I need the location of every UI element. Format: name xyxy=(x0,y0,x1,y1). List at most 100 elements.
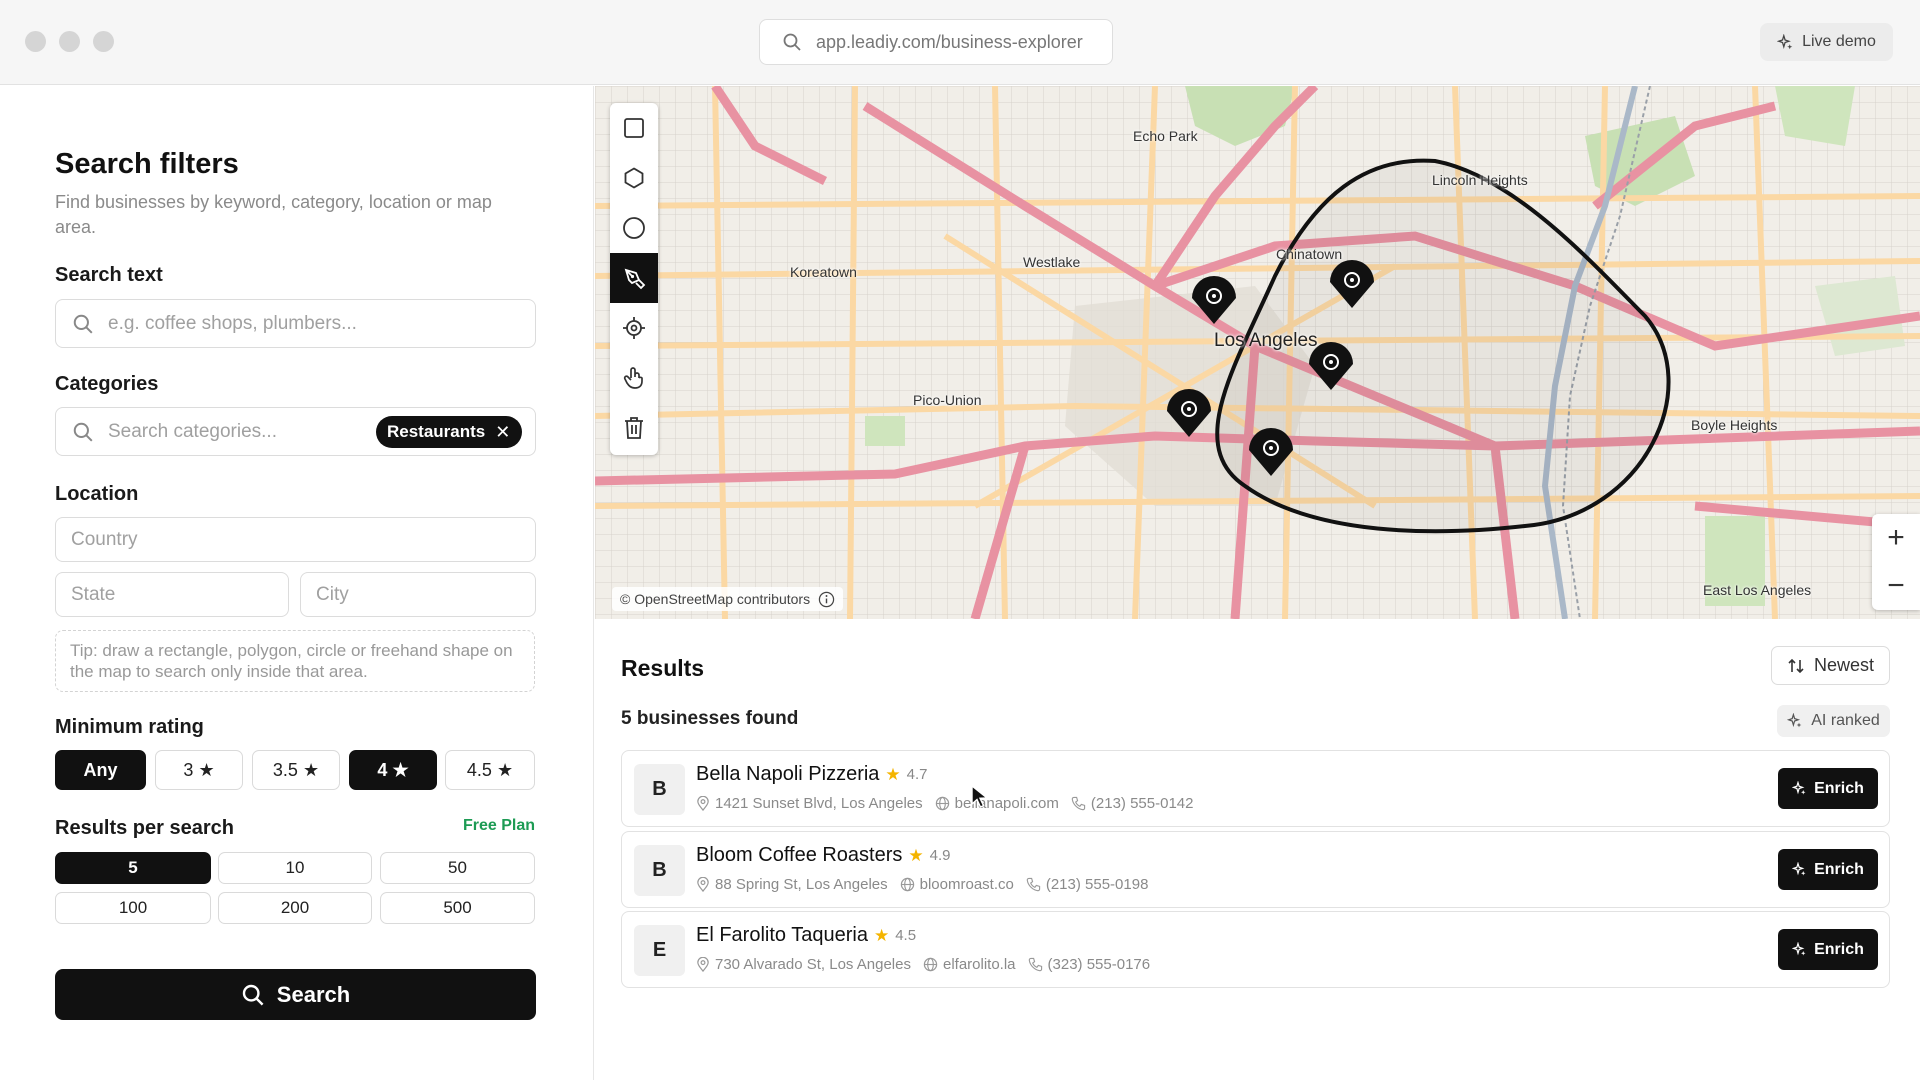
star-icon: ★ xyxy=(392,759,409,780)
business-name-row: El Farolito Taqueria ★ 4.5 xyxy=(696,924,916,947)
rating-any-button[interactable]: Any xyxy=(55,750,146,790)
city-input[interactable]: City xyxy=(300,572,536,617)
globe-icon xyxy=(900,877,914,892)
per-search-5-label: 5 xyxy=(128,858,138,877)
categories-label: Categories xyxy=(55,373,159,395)
sparkle-icon xyxy=(1792,862,1806,876)
enrich-button[interactable]: Enrich xyxy=(1778,768,1878,809)
map-tiles xyxy=(595,86,1920,619)
map-pin-icon xyxy=(697,957,709,972)
window-minimize-dot[interactable] xyxy=(59,31,80,52)
phone-item[interactable]: (213) 555-0142 xyxy=(1071,795,1194,812)
ai-ranked-label: AI ranked xyxy=(1811,712,1880,729)
zoom-in-button[interactable]: + xyxy=(1872,514,1920,562)
url-text: app.leadiy.com/business-explorer xyxy=(816,31,1083,52)
business-rating: 4.7 xyxy=(906,766,928,783)
crosshair-icon xyxy=(623,317,645,339)
phone-icon xyxy=(1026,877,1040,892)
results-per-search-label: Results per search xyxy=(55,817,234,839)
rating-4-5-button[interactable]: 4.5 ★ xyxy=(445,750,535,790)
address-item: 1421 Sunset Blvd, Los Angeles xyxy=(696,795,923,812)
business-phone: (213) 555-0142 xyxy=(1090,795,1194,812)
filters-title: Search filters xyxy=(55,148,239,180)
per-search-500-button[interactable]: 500 xyxy=(380,892,535,924)
remove-chip-icon[interactable]: ✕ xyxy=(495,422,510,443)
state-input[interactable]: State xyxy=(55,572,289,617)
zoom-out-button[interactable]: − xyxy=(1872,562,1920,610)
website-item[interactable]: bellanapoli.com xyxy=(935,795,1059,812)
result-card[interactable]: B Bella Napoli Pizzeria ★ 4.7 1421 Sunse… xyxy=(621,750,1890,827)
business-avatar: B xyxy=(634,845,685,896)
categories-input[interactable]: Search categories... Restaurants ✕ xyxy=(55,407,536,456)
hexagon-icon xyxy=(624,167,644,189)
rating-3-5-button[interactable]: 3.5 ★ xyxy=(252,750,340,790)
country-input[interactable]: Country xyxy=(55,517,536,562)
business-name: Bloom Coffee Roasters xyxy=(696,844,903,866)
delete-tool-button[interactable] xyxy=(610,403,658,453)
sort-icon xyxy=(1788,658,1804,673)
phone-icon xyxy=(1071,796,1086,811)
per-search-10-label: 10 xyxy=(285,858,305,877)
business-address: 88 Spring St, Los Angeles xyxy=(715,876,888,893)
per-search-100-button[interactable]: 100 xyxy=(55,892,211,924)
filters-description: Find businesses by keyword, category, lo… xyxy=(55,192,492,237)
rating-4-button[interactable]: 4 ★ xyxy=(349,750,437,790)
state-placeholder: State xyxy=(71,583,116,605)
search-text-input[interactable]: e.g. coffee shops, plumbers... xyxy=(55,299,536,348)
live-demo-label: Live demo xyxy=(1802,33,1876,50)
rating-3-label: 3 xyxy=(183,759,194,780)
per-search-5-button[interactable]: 5 xyxy=(55,852,211,884)
search-button[interactable]: Search xyxy=(55,969,536,1020)
website-item[interactable]: elfarolito.la xyxy=(923,956,1016,973)
business-name: El Farolito Taqueria xyxy=(696,924,868,946)
phone-icon xyxy=(1028,957,1042,972)
sparkle-icon xyxy=(1792,781,1806,795)
zoom-control: + − xyxy=(1872,514,1920,610)
result-card[interactable]: B Bloom Coffee Roasters ★ 4.9 88 Spring … xyxy=(621,831,1890,908)
window-close-dot[interactable] xyxy=(25,31,46,52)
enrich-label: Enrich xyxy=(1814,860,1864,878)
map-label-boyle-heights: Boyle Heights xyxy=(1691,417,1778,433)
per-search-200-button[interactable]: 200 xyxy=(218,892,372,924)
search-text-label: Search text xyxy=(55,264,163,286)
business-address: 730 Alvarado St, Los Angeles xyxy=(715,956,911,973)
free-plan-badge: Free Plan xyxy=(462,817,535,834)
freehand-tool-button[interactable] xyxy=(610,253,658,303)
rectangle-tool-button[interactable] xyxy=(610,103,658,153)
info-icon[interactable] xyxy=(818,591,835,608)
pointer-hand-icon xyxy=(623,367,643,389)
business-rating: 4.5 xyxy=(895,927,917,944)
business-website: elfarolito.la xyxy=(942,956,1016,973)
phone-item[interactable]: (213) 555-0198 xyxy=(1026,876,1148,893)
phone-item[interactable]: (323) 555-0176 xyxy=(1028,956,1150,973)
per-search-50-button[interactable]: 50 xyxy=(380,852,535,884)
enrich-button[interactable]: Enrich xyxy=(1778,849,1878,890)
url-bar[interactable]: app.leadiy.com/business-explorer xyxy=(759,19,1113,65)
rectangle-icon xyxy=(624,118,644,138)
rating-3-5-label: 3.5 xyxy=(272,759,298,780)
star-icon: ★ xyxy=(885,764,901,784)
address-item: 88 Spring St, Los Angeles xyxy=(696,876,888,893)
map-label-los-angeles: Los Angeles xyxy=(1214,330,1318,351)
per-search-10-button[interactable]: 10 xyxy=(218,852,372,884)
map-pin-icon xyxy=(697,796,709,811)
sparkle-icon xyxy=(1777,33,1793,49)
hand-tool-button[interactable] xyxy=(610,353,658,403)
website-item[interactable]: bloomroast.co xyxy=(900,876,1014,893)
result-card[interactable]: E El Farolito Taqueria ★ 4.5 730 Alvarad… xyxy=(621,911,1890,988)
sort-newest-button[interactable]: Newest xyxy=(1771,646,1890,685)
map-attribution: © OpenStreetMap contributors xyxy=(612,587,844,611)
map-view[interactable]: Echo Park Chinatown Lincoln Heights Kore… xyxy=(595,86,1920,619)
search-text-placeholder: e.g. coffee shops, plumbers... xyxy=(108,312,357,334)
polygon-tool-button[interactable] xyxy=(610,153,658,203)
filters-sidebar: Search filters Find businesses by keywor… xyxy=(0,86,594,1080)
live-demo-button[interactable]: Live demo xyxy=(1760,23,1893,61)
circle-tool-button[interactable] xyxy=(610,203,658,253)
minimum-rating-label: Minimum rating xyxy=(55,716,204,738)
enrich-button[interactable]: Enrich xyxy=(1778,929,1878,970)
window-maximize-dot[interactable] xyxy=(93,31,114,52)
sparkle-icon xyxy=(1792,942,1806,956)
location-label: Location xyxy=(55,483,139,505)
locate-tool-button[interactable] xyxy=(610,303,658,353)
rating-3-button[interactable]: 3 ★ xyxy=(155,750,243,790)
